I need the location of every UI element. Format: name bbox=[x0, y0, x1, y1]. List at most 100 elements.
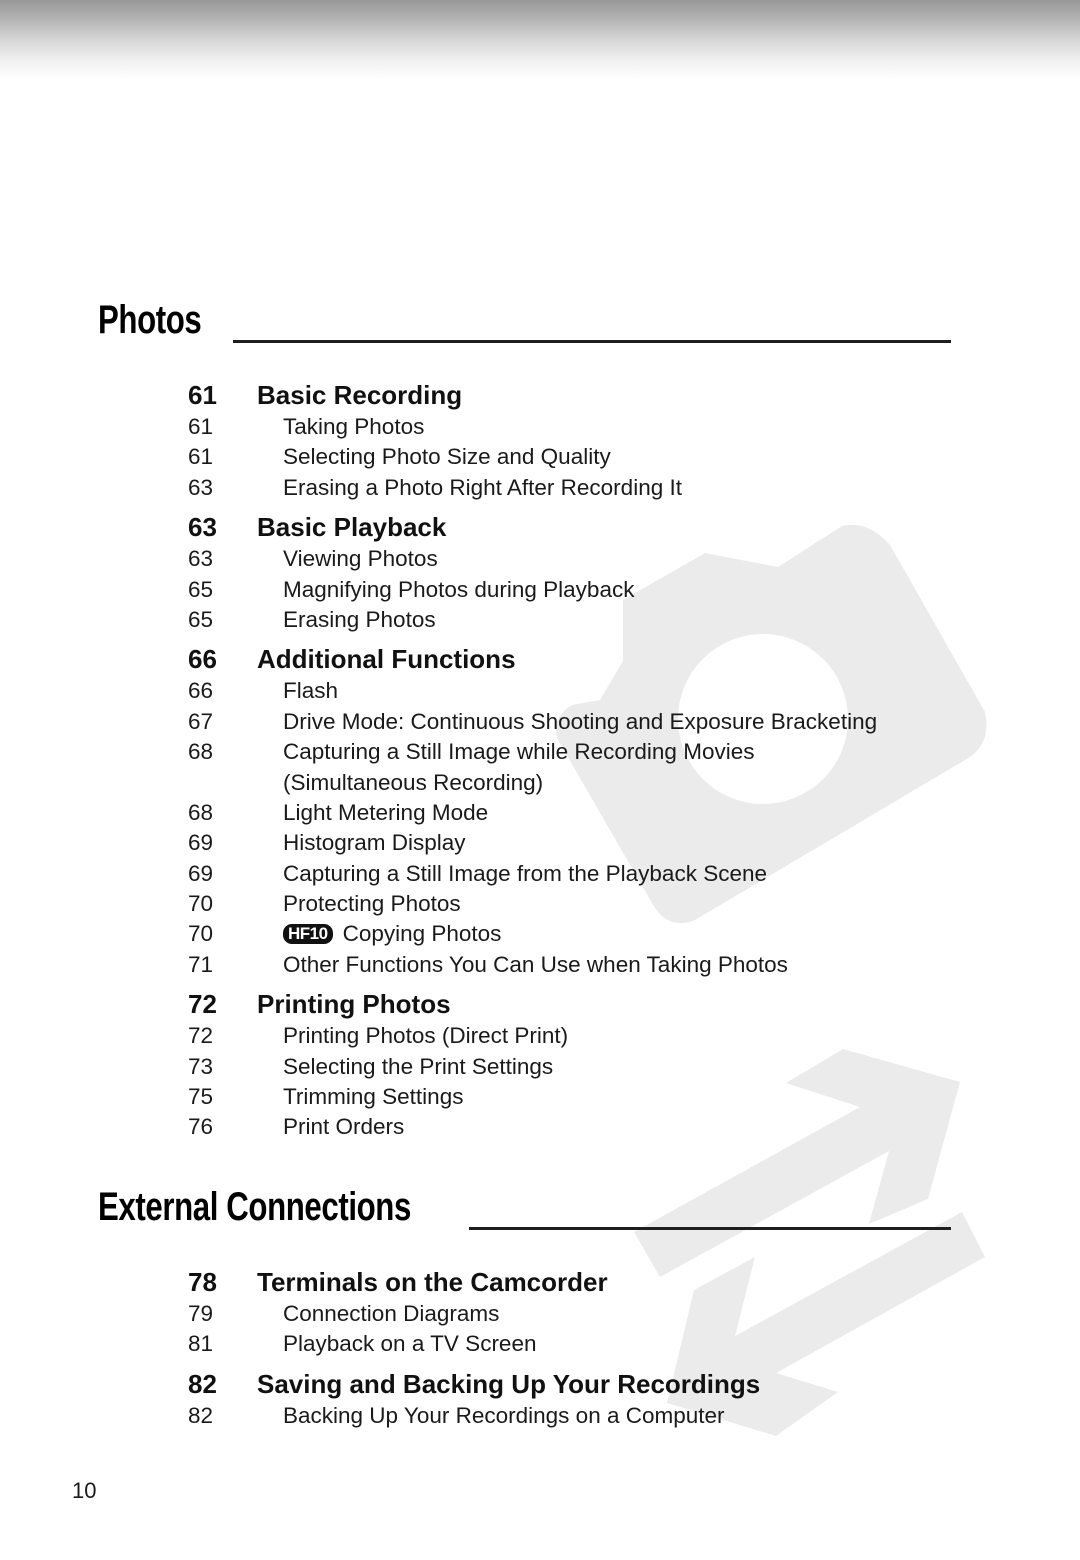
entry-text-wrap: Selecting Photo Size and Quality bbox=[283, 444, 611, 470]
toc-group-heading[interactable]: 61 Basic Recording bbox=[188, 380, 988, 414]
entry-text-wrap: HF10 Copying Photos bbox=[283, 921, 501, 947]
toc-group: 78 Terminals on the Camcorder 79 Connection… bbox=[188, 1267, 988, 1362]
entry-title: Flash bbox=[283, 678, 339, 704]
toc-entry[interactable]: 63 Erasing a Photo Right After Recording … bbox=[188, 475, 988, 505]
entry-page-number: 68 bbox=[188, 739, 214, 765]
toc-entry[interactable]: 63 Viewing Photos bbox=[188, 546, 988, 576]
section-title-rule bbox=[469, 1227, 951, 1230]
toc-entry[interactable]: 73 Selecting the Print Settings bbox=[188, 1054, 988, 1084]
entry-page-number: 75 bbox=[188, 1084, 214, 1110]
entry-title: Taking Photos bbox=[283, 414, 425, 439]
entry-text-wrap: Flash bbox=[283, 678, 338, 704]
entry-text-wrap: Other Functions You Can Use when Taking … bbox=[283, 952, 788, 978]
entry-page-number: 69 bbox=[188, 830, 214, 856]
page-number: 10 bbox=[72, 1478, 97, 1503]
entry-page-number: 65 bbox=[188, 576, 214, 602]
entry-text-wrap: Taking Photos bbox=[283, 414, 424, 440]
group-title: Basic Playback bbox=[257, 512, 447, 543]
toc-entry[interactable]: 69 Capturing a Still Image from the Playb… bbox=[188, 861, 988, 891]
entry-title: Capturing a Still Image while Recording … bbox=[283, 739, 755, 765]
entry-page-number: 63 bbox=[188, 474, 214, 500]
toc-group: 61 Basic Recording 61 Taking Photos 61 Select… bbox=[188, 380, 988, 505]
toc-entry[interactable]: 76 Print Orders bbox=[188, 1114, 988, 1144]
toc-group: 82 Saving and Backing Up Your Recordings 8… bbox=[188, 1369, 988, 1433]
entry-page-number: 65 bbox=[188, 606, 214, 632]
entry-page-number: 66 bbox=[188, 678, 214, 704]
toc-entry[interactable]: 81 Playback on a TV Screen bbox=[188, 1331, 988, 1361]
entry-title: Trimming Settings bbox=[283, 1084, 464, 1110]
toc-group-heading[interactable]: 66 Additional Functions bbox=[188, 644, 988, 678]
toc-entry[interactable]: 70 Protecting Photos bbox=[188, 891, 988, 921]
entry-page-number: 71 bbox=[188, 951, 214, 977]
toc-group-heading[interactable]: 78 Terminals on the Camcorder bbox=[188, 1267, 988, 1301]
entry-text-wrap: Connection Diagrams bbox=[283, 1301, 499, 1327]
toc-entry[interactable]: 61 Selecting Photo Size and Quality bbox=[188, 444, 988, 474]
entry-page-number: 69 bbox=[188, 860, 214, 886]
group-page-number: 63 bbox=[188, 512, 217, 543]
toc-entry[interactable]: 68 Capturing a Still Image while Recordin… bbox=[188, 739, 988, 769]
toc-entry[interactable]: 68 Light Metering Mode bbox=[188, 800, 988, 830]
entry-text-wrap: Trimming Settings bbox=[283, 1084, 463, 1110]
entry-text-wrap: Selecting the Print Settings bbox=[283, 1054, 553, 1080]
entry-title: Selecting Photo Size and Quality bbox=[283, 444, 611, 470]
entry-page-number: 70 bbox=[188, 921, 214, 947]
toc-photos: 61 Basic Recording 61 Taking Photos 61 Select… bbox=[188, 380, 988, 1145]
entry-title: Magnifying Photos during Playback bbox=[283, 576, 635, 602]
entry-title: Histogram Display bbox=[283, 830, 466, 856]
entry-title: (Simultaneous Recording) bbox=[283, 769, 544, 795]
entry-title: Playback on a TV Screen bbox=[283, 1331, 537, 1357]
toc-entry[interactable]: 82 Backing Up Your Recordings on a Comput… bbox=[188, 1403, 988, 1433]
entry-page-number: 82 bbox=[188, 1402, 214, 1428]
toc-entry[interactable]: 65 Magnifying Photos during Playback bbox=[188, 577, 988, 607]
entry-title: Capturing a Still Image from the Playbac… bbox=[283, 860, 767, 886]
entry-text-wrap: Erasing Photos bbox=[283, 607, 436, 633]
entry-text-wrap: Histogram Display bbox=[283, 830, 466, 856]
toc-entry[interactable]: 71 Other Functions You Can Use when Takin… bbox=[188, 952, 988, 982]
entry-page-number: 67 bbox=[188, 708, 214, 734]
toc-entry[interactable]: 79 Connection Diagrams bbox=[188, 1301, 988, 1331]
section-title-photos: Photos bbox=[98, 298, 202, 342]
entry-text-wrap: Printing Photos (Direct Print) bbox=[283, 1023, 568, 1049]
entry-text-wrap: Erasing a Photo Right After Recording It bbox=[283, 475, 682, 501]
toc-external-connections: 78 Terminals on the Camcorder 79 Connection… bbox=[188, 1267, 988, 1433]
group-page-number: 61 bbox=[188, 380, 217, 410]
toc-group-heading[interactable]: 63 Basic Playback bbox=[188, 512, 988, 546]
toc-entry[interactable]: 69 Histogram Display bbox=[188, 830, 988, 860]
toc-entry[interactable]: 66 Flash bbox=[188, 678, 988, 708]
toc-group-heading[interactable]: 82 Saving and Backing Up Your Recordings bbox=[188, 1369, 988, 1403]
entry-page-number: 61 bbox=[188, 444, 214, 470]
entry-title: Light Metering Mode bbox=[283, 799, 489, 825]
header-gradient-band bbox=[0, 0, 1080, 80]
group-title: Printing Photos bbox=[257, 989, 451, 1020]
entry-title: Printing Photos (Direct Print) bbox=[283, 1023, 569, 1049]
entry-title: Connection Diagrams bbox=[283, 1301, 500, 1326]
toc-group: 63 Basic Playback 63 Viewing Photos 65 Magnif… bbox=[188, 512, 988, 637]
entry-page-number: 63 bbox=[188, 546, 214, 572]
toc-entry[interactable]: 67 Drive Mode: Continuous Shooting and Ex… bbox=[188, 709, 988, 739]
entry-title: Erasing Photos bbox=[283, 606, 436, 632]
toc-group-heading[interactable]: 72 Printing Photos bbox=[188, 989, 988, 1023]
entry-page-number: 79 bbox=[188, 1301, 214, 1326]
toc-entry[interactable]: 75 Trimming Settings bbox=[188, 1084, 988, 1114]
group-page-number: 72 bbox=[188, 989, 217, 1020]
entry-page-number: 70 bbox=[188, 891, 214, 917]
entry-page-number: 61 bbox=[188, 414, 214, 439]
entry-title: Erasing a Photo Right After Recording It bbox=[283, 474, 682, 500]
section-title-external-connections: External Connections bbox=[98, 1185, 411, 1229]
entry-page-number: 76 bbox=[188, 1114, 214, 1140]
entry-title: Backing Up Your Recordings on a Computer bbox=[283, 1402, 725, 1428]
toc-entry[interactable]: 72 Printing Photos (Direct Print) bbox=[188, 1023, 988, 1053]
entry-text-wrap: Light Metering Mode bbox=[283, 800, 488, 826]
entry-text-wrap: Playback on a TV Screen bbox=[283, 1331, 536, 1357]
toc-entry[interactable]: 61 Taking Photos bbox=[188, 414, 988, 444]
entry-page-number: 72 bbox=[188, 1023, 214, 1049]
group-title: Terminals on the Camcorder bbox=[257, 1267, 608, 1297]
entry-text-wrap: (Simultaneous Recording) bbox=[283, 770, 543, 796]
toc-entry[interactable]: 70 HF10 Copying Photos bbox=[188, 921, 988, 951]
section-title-rule bbox=[233, 340, 951, 343]
toc-entry[interactable]: 65 Erasing Photos bbox=[188, 607, 988, 637]
toc-entry-continuation: (Simultaneous Recording) bbox=[188, 770, 988, 800]
toc-group: 66 Additional Functions 66 Flash 67 Drive Mod… bbox=[188, 644, 988, 982]
entry-text-wrap: Magnifying Photos during Playback bbox=[283, 577, 634, 603]
entry-page-number: 73 bbox=[188, 1053, 214, 1079]
